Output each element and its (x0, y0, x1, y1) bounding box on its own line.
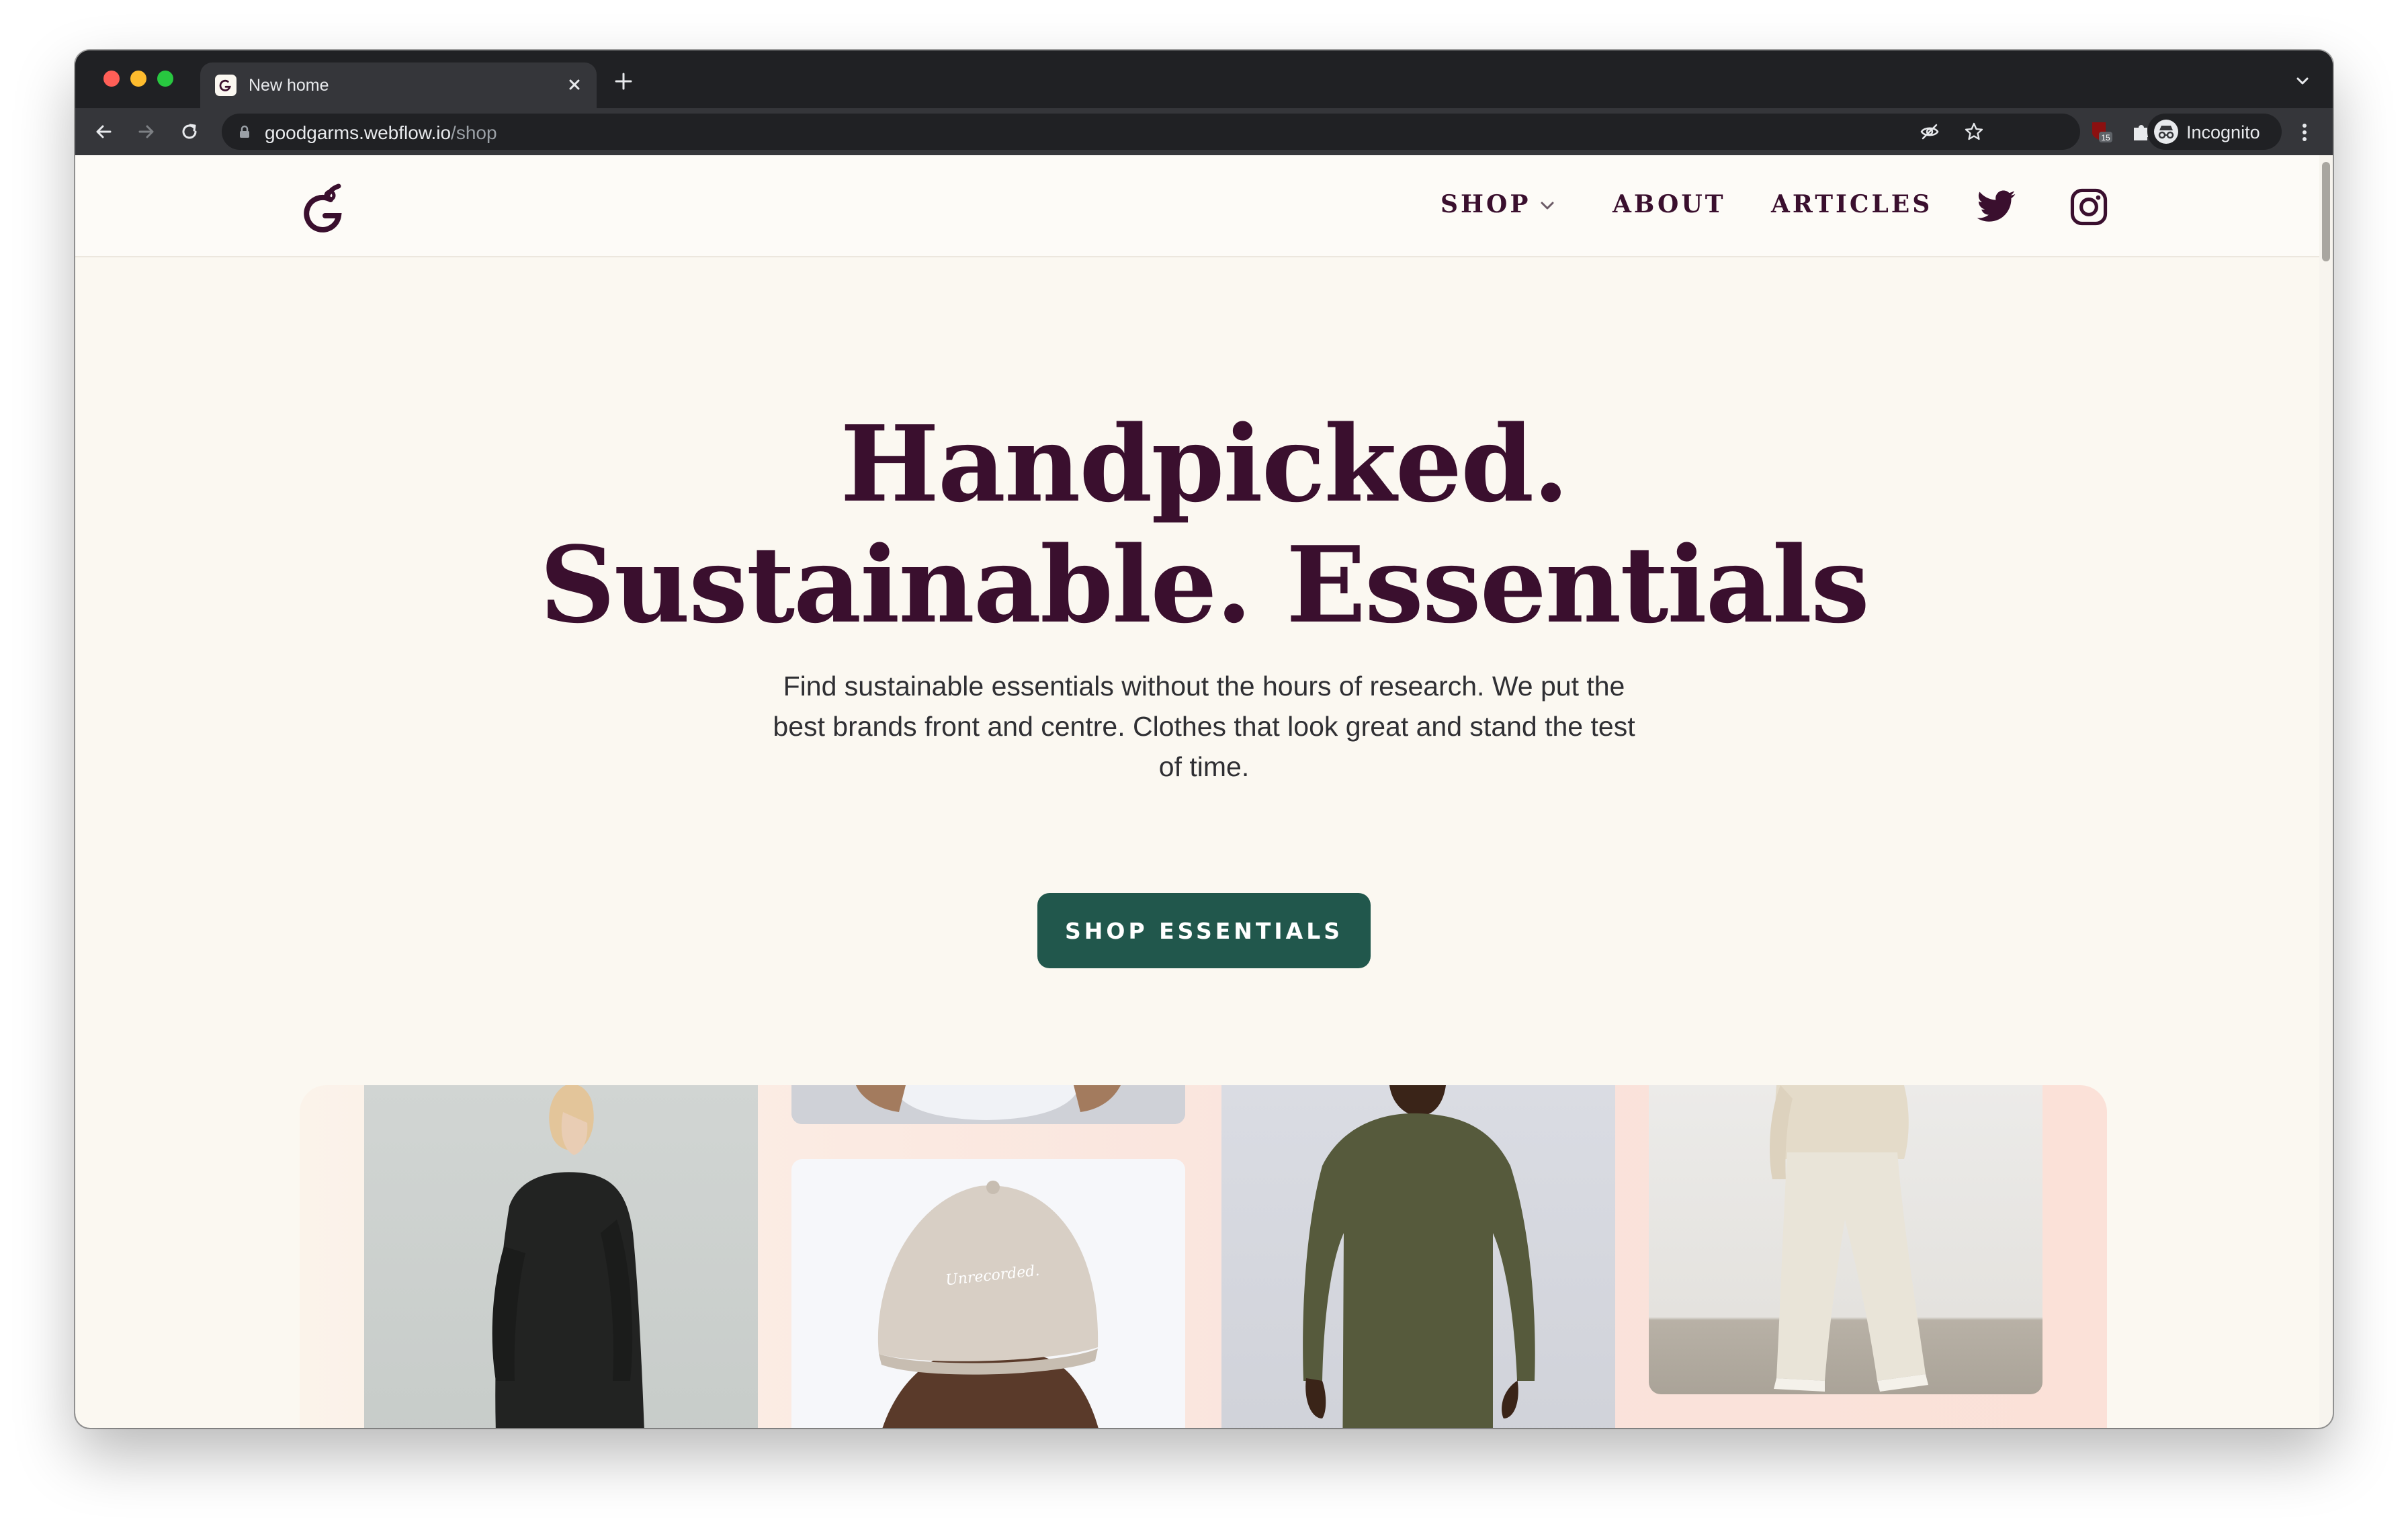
scrollbar-thumb[interactable] (2322, 162, 2330, 261)
incognito-label: Incognito (2186, 122, 2260, 142)
url-path: /shop (451, 122, 497, 143)
forward-button[interactable] (132, 117, 161, 146)
close-window-button[interactable] (103, 71, 120, 87)
browser-toolbar: goodgarms.webflow.io/shop 15 Incognito (75, 108, 2333, 155)
product-image-black-longsleeve[interactable] (364, 1085, 758, 1428)
hero-title-line-2: Sustainable. Essentials (540, 523, 1870, 646)
chevron-down-icon[interactable] (1537, 196, 1557, 216)
eye-off-icon[interactable] (1919, 121, 1940, 142)
product-gallery: Unrecorded. (300, 1085, 2107, 1428)
hero-title-line-1: Handpicked. (840, 402, 1569, 525)
goodgarms-logo-icon[interactable] (300, 181, 349, 235)
site-header: SHOP ABOUT ARTICLES (75, 155, 2319, 257)
hero-title: Handpicked. Sustainable. Essentials (75, 404, 2333, 646)
bookmark-star-icon[interactable] (1963, 121, 1985, 142)
product-image-cream-pants[interactable] (1649, 1085, 2042, 1394)
product-image-partial-top[interactable] (791, 1085, 1185, 1124)
reload-button[interactable] (175, 117, 204, 146)
back-button[interactable] (89, 117, 118, 146)
favicon-icon (215, 75, 236, 96)
tab-strip: New home (75, 50, 2333, 108)
close-tab-icon[interactable] (563, 73, 586, 96)
instagram-icon[interactable] (2068, 186, 2110, 228)
page-viewport: SHOP ABOUT ARTICLES Handpicked. Sustaina… (75, 155, 2333, 1428)
nav-shop[interactable]: SHOP (1440, 190, 1531, 218)
extension-badge: 15 (2101, 133, 2110, 142)
new-tab-button[interactable] (610, 68, 637, 95)
lock-icon (240, 125, 249, 138)
ublock-extension-icon[interactable]: 15 (2088, 120, 2112, 144)
incognito-profile-button[interactable]: Incognito (2147, 114, 2282, 150)
nav-about[interactable]: ABOUT (1612, 190, 1726, 218)
page-scrollbar[interactable] (2319, 155, 2333, 1428)
twitter-icon[interactable] (1975, 186, 2017, 228)
incognito-icon (2154, 120, 2178, 144)
browser-menu-icon[interactable] (2291, 118, 2318, 147)
hero-subtitle: Find sustainable essentials without the … (773, 671, 1635, 782)
tab-new-home[interactable]: New home (200, 62, 597, 108)
nav-articles[interactable]: ARTICLES (1771, 190, 1932, 218)
product-image-olive-sweater[interactable] (1221, 1085, 1615, 1428)
address-bar[interactable]: goodgarms.webflow.io/shop (222, 114, 2080, 150)
tab-title: New home (249, 76, 329, 95)
product-image-cap[interactable]: Unrecorded. (791, 1159, 1185, 1428)
tab-search-chevron-icon[interactable] (2292, 71, 2313, 91)
url-host: goodgarms.webflow.io (265, 122, 452, 143)
url-text: goodgarms.webflow.io/shop (265, 122, 497, 144)
maximize-window-button[interactable] (157, 71, 173, 87)
browser-window: New home goodgarms.webflow.io/shop 15 In… (75, 50, 2333, 1428)
minimize-window-button[interactable] (130, 71, 146, 87)
shop-essentials-button[interactable]: SHOP ESSENTIALS (1037, 893, 1371, 968)
